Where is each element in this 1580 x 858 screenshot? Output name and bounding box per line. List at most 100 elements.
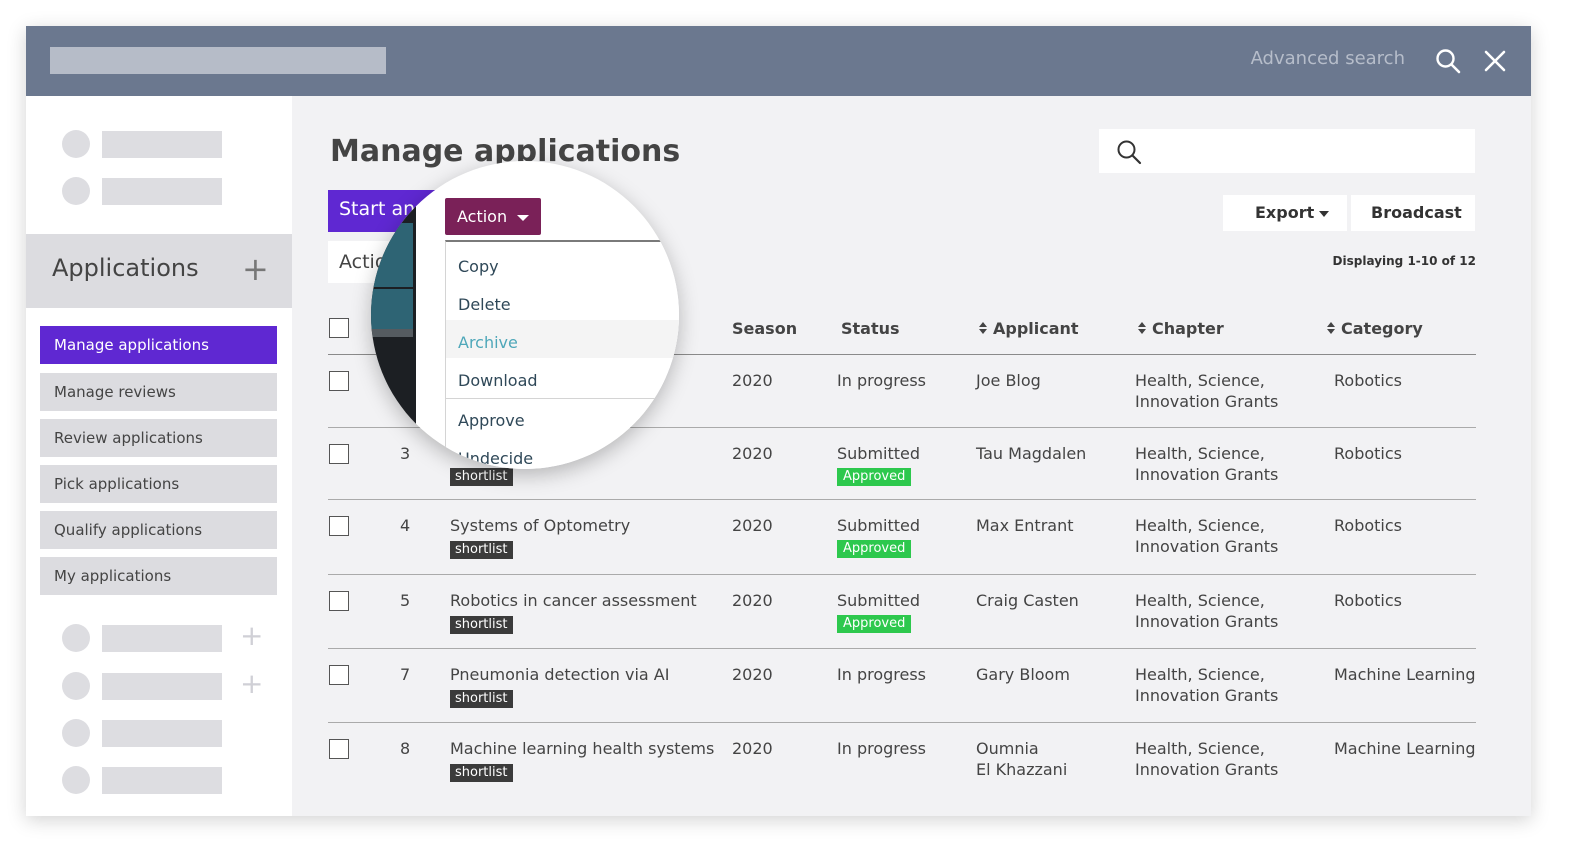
- applicant-cell: Craig Casten: [976, 591, 1079, 610]
- sidebar-item-my-applications[interactable]: My applications: [40, 557, 277, 595]
- menu-item-approve[interactable]: Approve: [446, 398, 679, 436]
- action-menu: Copy Delete Archive Download Approve Und…: [445, 240, 679, 469]
- sidebar-item-qualify-applications[interactable]: Qualify applications: [40, 511, 277, 549]
- season-cell: 2020: [732, 591, 773, 610]
- title-cell: Machine learning health systems shortlist: [450, 739, 715, 782]
- approved-badge: Approved: [837, 468, 912, 486]
- id-cell: 4: [400, 516, 411, 535]
- title-placeholder: [50, 47, 386, 74]
- shortlist-badge: shortlist: [450, 690, 513, 708]
- sort-icon: [979, 322, 987, 334]
- row-checkbox[interactable]: [329, 371, 349, 391]
- id-cell: 7: [400, 665, 411, 684]
- menu-item-copy[interactable]: Copy: [446, 244, 679, 282]
- applications-label: Applications: [52, 254, 199, 282]
- chevron-down-icon: [517, 215, 529, 221]
- add-application-icon[interactable]: +: [242, 250, 269, 288]
- advanced-search-link[interactable]: Advanced search: [1251, 48, 1405, 69]
- row-checkbox[interactable]: [329, 516, 349, 536]
- chapter-cell: Health, Science, Innovation Grants: [1135, 371, 1279, 411]
- sidebar-placeholder-item: [62, 719, 262, 747]
- status-cell: In progress: [837, 665, 927, 684]
- top-bar: Advanced search: [26, 26, 1531, 96]
- sidebar-item-review-applications[interactable]: Review applications: [40, 419, 277, 457]
- column-header-season[interactable]: Season: [732, 319, 797, 338]
- applicant-cell: Oumnia El Khazzani: [976, 739, 1068, 779]
- row-checkbox[interactable]: [329, 444, 349, 464]
- category-cell: Machine Learning: [1334, 665, 1476, 684]
- season-cell: 2020: [732, 665, 773, 684]
- export-button[interactable]: Export: [1223, 195, 1347, 231]
- approved-badge: Approved: [837, 540, 912, 558]
- magnifier-lens: Action Copy Delete Archive Download Appr…: [371, 161, 679, 469]
- category-cell: Robotics: [1334, 591, 1402, 610]
- sidebar-placeholder-item: [62, 766, 262, 794]
- search-box[interactable]: [1099, 129, 1475, 173]
- status-cell: In progress: [837, 371, 927, 390]
- season-cell: 2020: [732, 371, 773, 390]
- sidebar-item-manage-reviews[interactable]: Manage reviews: [40, 373, 277, 411]
- column-header-category[interactable]: Category: [1326, 319, 1423, 338]
- column-header-applicant[interactable]: Applicant: [978, 319, 1079, 338]
- menu-item-archive[interactable]: Archive: [446, 320, 679, 358]
- id-cell: 5: [400, 591, 411, 610]
- table-row[interactable]: 4 Systems of Optometry shortlist 2020 Sub…: [328, 500, 1476, 575]
- pagination-summary: Displaying 1-10 of 12: [1332, 254, 1476, 268]
- applicant-cell: Tau Magdalen: [976, 444, 1087, 463]
- broadcast-button[interactable]: Broadcast: [1351, 195, 1475, 231]
- id-cell: 8: [400, 739, 411, 758]
- applications-section-header: Applications +: [26, 234, 292, 308]
- shortlist-badge: shortlist: [450, 764, 513, 782]
- sidebar-item-pick-applications[interactable]: Pick applications: [40, 465, 277, 503]
- sort-icon: [1138, 322, 1146, 334]
- app-window: Advanced search Applications + Manage ap…: [26, 26, 1531, 816]
- category-cell: Robotics: [1334, 371, 1402, 390]
- status-cell: Submitted Approved: [837, 591, 921, 633]
- column-header-status[interactable]: Status: [841, 319, 900, 338]
- table-row[interactable]: 5 Robotics in cancer assessment shortlist…: [328, 575, 1476, 649]
- row-checkbox[interactable]: [329, 739, 349, 759]
- menu-item-download[interactable]: Download: [446, 358, 679, 396]
- search-icon: [1117, 140, 1142, 165]
- season-cell: 2020: [732, 739, 773, 758]
- category-cell: Machine Learning: [1334, 739, 1476, 758]
- applicant-cell: Max Entrant: [976, 516, 1074, 535]
- add-icon[interactable]: +: [240, 621, 263, 651]
- applicant-cell: Joe Blog: [976, 371, 1041, 390]
- sidebar-placeholder-item: [62, 177, 262, 205]
- chapter-cell: Health, Science, Innovation Grants: [1135, 444, 1279, 484]
- menu-item-delete[interactable]: Delete: [446, 282, 679, 320]
- sidebar-item-manage-applications[interactable]: Manage applications: [40, 326, 277, 364]
- sidebar-placeholder-item: [62, 130, 262, 158]
- add-icon[interactable]: +: [240, 669, 263, 699]
- search-input[interactable]: [1151, 137, 1461, 165]
- season-cell: 2020: [732, 444, 773, 463]
- sidebar-placeholder-item: +: [62, 621, 263, 652]
- select-all-checkbox[interactable]: [329, 318, 349, 338]
- chapter-cell: Health, Science, Innovation Grants: [1135, 516, 1279, 556]
- title-cell: Robotics in cancer assessment shortlist: [450, 591, 697, 634]
- chapter-cell: Health, Science, Innovation Grants: [1135, 739, 1279, 779]
- category-cell: Robotics: [1334, 444, 1402, 463]
- action-dropdown-button[interactable]: Action: [445, 198, 541, 235]
- sidebar-placeholder-item: +: [62, 669, 263, 700]
- season-cell: 2020: [732, 516, 773, 535]
- search-icon[interactable]: [1435, 48, 1461, 74]
- shortlist-badge: shortlist: [450, 541, 513, 559]
- menu-item-undecide[interactable]: Undecide: [446, 436, 679, 469]
- sort-icon: [1327, 322, 1335, 334]
- close-icon[interactable]: [1483, 49, 1507, 73]
- applicant-cell: Gary Bloom: [976, 665, 1070, 684]
- status-cell: Submitted Approved: [837, 444, 921, 486]
- chapter-cell: Health, Science, Innovation Grants: [1135, 665, 1279, 705]
- table-row[interactable]: 8 Machine learning health systems shortli…: [328, 723, 1476, 797]
- column-header-chapter[interactable]: Chapter: [1137, 319, 1224, 338]
- export-label: Export: [1255, 203, 1315, 222]
- row-checkbox[interactable]: [329, 665, 349, 685]
- row-checkbox[interactable]: [329, 591, 349, 611]
- category-cell: Robotics: [1334, 516, 1402, 535]
- shortlist-badge: shortlist: [450, 468, 513, 486]
- sidebar: Applications + Manage applications Manag…: [26, 96, 292, 816]
- table-row[interactable]: 7 Pneumonia detection via AI shortlist 20…: [328, 649, 1476, 723]
- chevron-down-icon: [1319, 211, 1329, 217]
